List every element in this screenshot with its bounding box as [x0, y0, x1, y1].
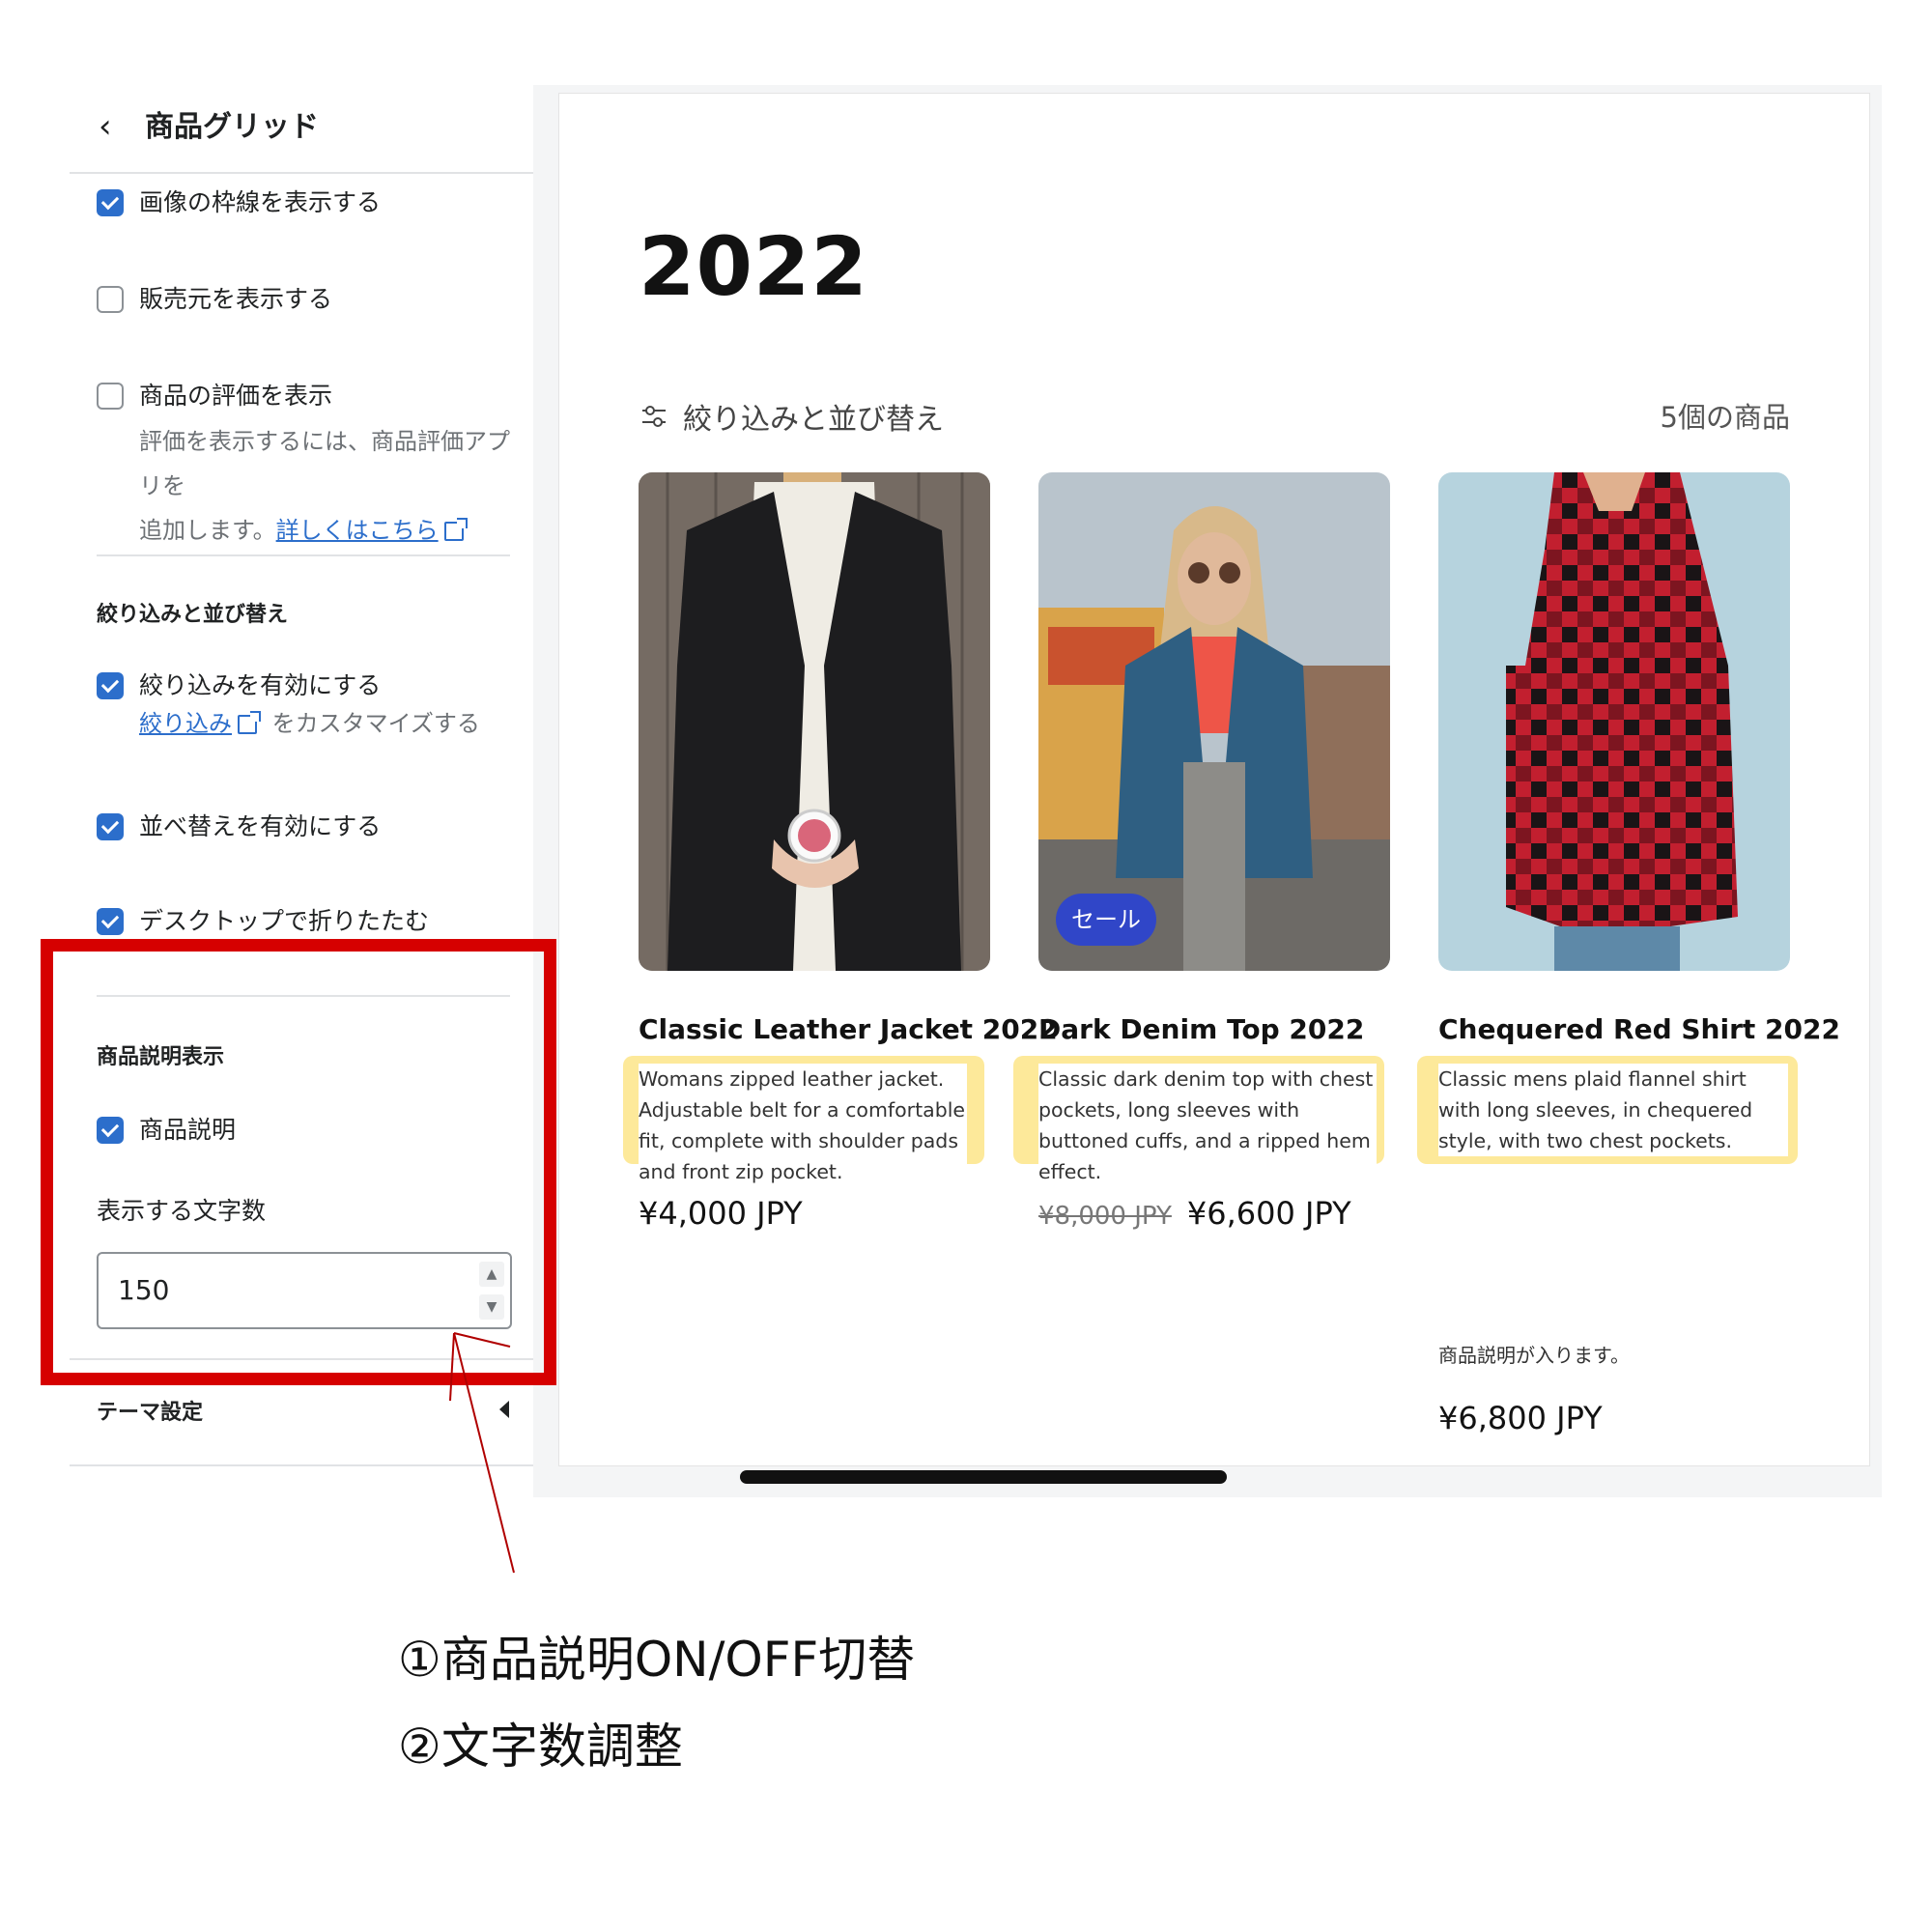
- filter-help-suffix: をカスタマイズする: [271, 710, 480, 737]
- product-description: Classic dark denim top with chest pocket…: [1038, 1064, 1377, 1187]
- description-placeholder-note: 商品説明が入ります。: [1438, 1344, 1630, 1367]
- horizontal-scrollbar[interactable]: [740, 1470, 1227, 1484]
- enable-sort-checkbox[interactable]: [97, 813, 124, 840]
- product-price: ¥4,000 JPY: [639, 1195, 803, 1232]
- enable-filter-label: 絞り込みを有効にする: [139, 671, 382, 699]
- product-title[interactable]: Classic Leather Jacket 2022: [639, 1013, 1058, 1045]
- enable-filter-checkbox[interactable]: [97, 672, 124, 699]
- product-image-red-shirt[interactable]: [1438, 472, 1790, 971]
- product-image-leather-jacket[interactable]: [639, 472, 990, 971]
- product-price-row: ¥8,000 JPY ¥6,600 JPY: [1038, 1195, 1351, 1232]
- annotation-line-1: ①商品説明ON/OFF切替: [398, 1632, 916, 1688]
- sale-price: ¥6,600 JPY: [1186, 1195, 1351, 1232]
- learn-more-link[interactable]: 詳しくはこちら: [276, 517, 439, 544]
- filter-customize-link[interactable]: 絞り込み: [139, 710, 232, 737]
- sidebar-header: ‹ 商品グリッド: [70, 85, 533, 174]
- filter-sliders-icon[interactable]: [640, 403, 668, 430]
- annotation-line-2: ②文字数調整: [398, 1719, 683, 1775]
- show-vendor-label: 販売元を表示する: [139, 285, 333, 313]
- product-title[interactable]: Dark Denim Top 2022: [1038, 1013, 1364, 1045]
- divider: [70, 1464, 533, 1466]
- rating-help-text: 評価を表示するには、商品評価アプリを 追加します。詳しくはこちら: [139, 419, 516, 553]
- show-image-border-label: 画像の枠線を表示する: [139, 188, 382, 216]
- filter-section-heading: 絞り込みと並び替え: [97, 603, 289, 627]
- highlight-frame: [41, 939, 556, 1385]
- sidebar-title: 商品グリッド: [145, 110, 319, 144]
- external-link-icon: [443, 518, 468, 541]
- product-price: ¥6,800 JPY: [1438, 1400, 1603, 1436]
- show-rating-label: 商品の評価を表示: [139, 382, 333, 410]
- external-link-icon: [238, 711, 261, 734]
- show-vendor-checkbox[interactable]: [97, 286, 124, 313]
- product-description: Classic mens plaid flannel shirt with lo…: [1438, 1064, 1788, 1156]
- collapse-desktop-checkbox[interactable]: [97, 908, 124, 935]
- sale-badge: セール: [1056, 894, 1156, 946]
- compare-at-price: ¥8,000 JPY: [1038, 1202, 1172, 1231]
- product-count: 5個の商品: [1660, 401, 1790, 434]
- show-rating-checkbox[interactable]: [97, 383, 124, 410]
- back-arrow-icon[interactable]: ‹: [99, 102, 137, 151]
- filter-sort-button[interactable]: 絞り込みと並び替え: [683, 395, 944, 438]
- divider: [97, 554, 510, 556]
- product-description: Womans zipped leather jacket. Adjustable…: [639, 1064, 967, 1187]
- caret-left-icon: [499, 1401, 509, 1418]
- collapse-desktop-label: デスクトップで折りたたむ: [139, 907, 430, 935]
- rating-help-line2: 追加します。: [139, 517, 276, 544]
- collection-title: 2022: [639, 219, 868, 314]
- rating-help-line1: 評価を表示するには、商品評価アプリを: [139, 428, 510, 499]
- store-preview: 2022 絞り込みと並び替え 5個の商品 Classic Leather Jac…: [558, 93, 1870, 1466]
- show-image-border-checkbox[interactable]: [97, 189, 124, 216]
- theme-settings-label[interactable]: テーマ設定: [97, 1395, 203, 1426]
- filter-help-text: 絞り込み をカスタマイズする: [139, 701, 516, 746]
- enable-sort-label: 並べ替えを有効にする: [139, 812, 382, 840]
- product-title[interactable]: Chequered Red Shirt 2022: [1438, 1013, 1840, 1045]
